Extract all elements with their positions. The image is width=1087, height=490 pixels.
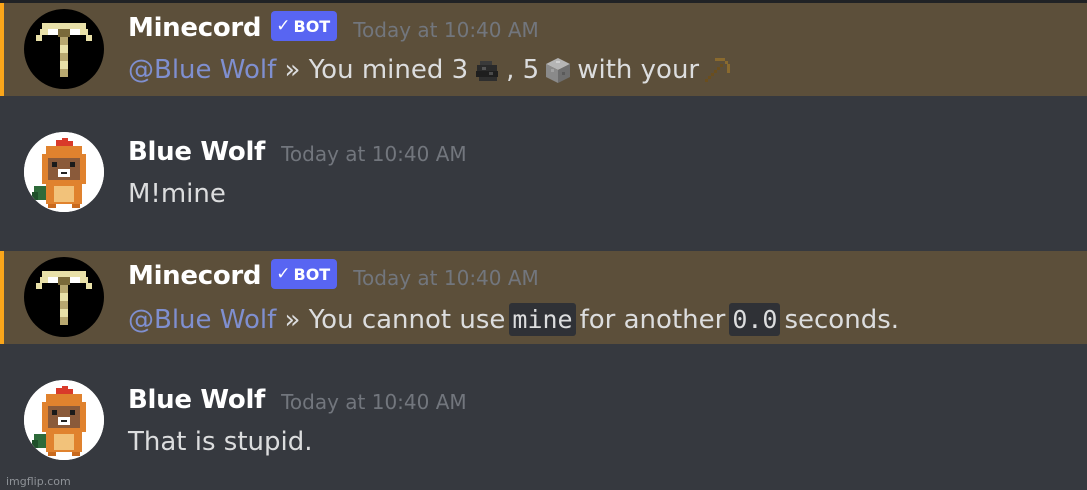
username[interactable]: Minecord xyxy=(128,261,262,291)
username[interactable]: Blue Wolf xyxy=(128,137,265,167)
username[interactable]: Blue Wolf xyxy=(128,385,265,415)
timestamp[interactable]: Today at 10:40 AM xyxy=(353,18,539,42)
message-text: M!mine xyxy=(128,179,226,209)
message-text: for another xyxy=(579,304,726,335)
username[interactable]: Minecord xyxy=(128,13,262,43)
message-content: M!mine xyxy=(128,179,226,209)
message-text: You mined 3 xyxy=(308,55,469,85)
message-text: That is stupid. xyxy=(128,427,313,457)
message-content: That is stupid. xyxy=(128,427,313,457)
user-mention[interactable]: @Blue Wolf xyxy=(128,55,276,85)
bot-tag: ✓ BOT xyxy=(271,11,338,41)
message-text: with your xyxy=(577,55,700,85)
watermark: imgflip.com xyxy=(6,475,71,488)
mention-highlight-bar xyxy=(0,251,4,344)
message-bot-mined: Minecord ✓ BOT Today at 10:40 AM @Blue Wo… xyxy=(0,3,1087,96)
message-bot-cooldown: Minecord ✓ BOT Today at 10:40 AM @Blue Wo… xyxy=(0,251,1087,344)
timestamp[interactable]: Today at 10:40 AM xyxy=(353,266,539,290)
user-mention[interactable]: @Blue Wolf xyxy=(128,305,276,335)
message-user-reply: Blue Wolf Today at 10:40 AM That is stup… xyxy=(0,344,1087,490)
bot-tag-label: BOT xyxy=(293,16,331,36)
message-content: @Blue Wolf » You mined 3 , 5 with your xyxy=(128,55,737,85)
timestamp[interactable]: Today at 10:40 AM xyxy=(281,390,467,414)
message-header: Minecord ✓ BOT Today at 10:40 AM xyxy=(128,11,539,43)
bot-tag-label: BOT xyxy=(293,264,331,284)
avatar[interactable] xyxy=(24,257,104,337)
pickaxe-avatar-icon xyxy=(24,9,104,89)
avatar[interactable] xyxy=(24,9,104,89)
message-text: seconds. xyxy=(784,304,900,335)
coal-icon xyxy=(476,61,499,81)
mention-highlight-bar xyxy=(0,3,4,96)
bot-tag: ✓ BOT xyxy=(271,259,338,289)
inline-code: mine xyxy=(509,303,576,336)
message-text: , 5 xyxy=(506,55,540,85)
checkmark-icon: ✓ xyxy=(276,16,291,36)
inline-code: 0.0 xyxy=(729,303,781,336)
stone-block-icon xyxy=(546,58,571,83)
message-header: Minecord ✓ BOT Today at 10:40 AM xyxy=(128,259,539,291)
message-content: @Blue Wolf » You cannot use mine for ano… xyxy=(128,303,899,336)
message-user-command: Blue Wolf Today at 10:40 AM M!mine xyxy=(0,96,1087,248)
timestamp[interactable]: Today at 10:40 AM xyxy=(281,142,467,166)
wooden-pickaxe-icon xyxy=(705,58,731,82)
pickaxe-avatar-icon xyxy=(24,257,104,337)
message-text: You cannot use xyxy=(308,304,506,335)
avatar[interactable] xyxy=(24,132,104,212)
chicken-avatar-icon xyxy=(24,132,104,212)
message-header: Blue Wolf Today at 10:40 AM xyxy=(128,137,467,167)
checkmark-icon: ✓ xyxy=(276,264,291,284)
separator: » xyxy=(284,304,301,335)
avatar[interactable] xyxy=(24,380,104,460)
message-header: Blue Wolf Today at 10:40 AM xyxy=(128,385,467,415)
separator: » xyxy=(284,55,301,85)
chicken-avatar-icon xyxy=(24,380,104,460)
